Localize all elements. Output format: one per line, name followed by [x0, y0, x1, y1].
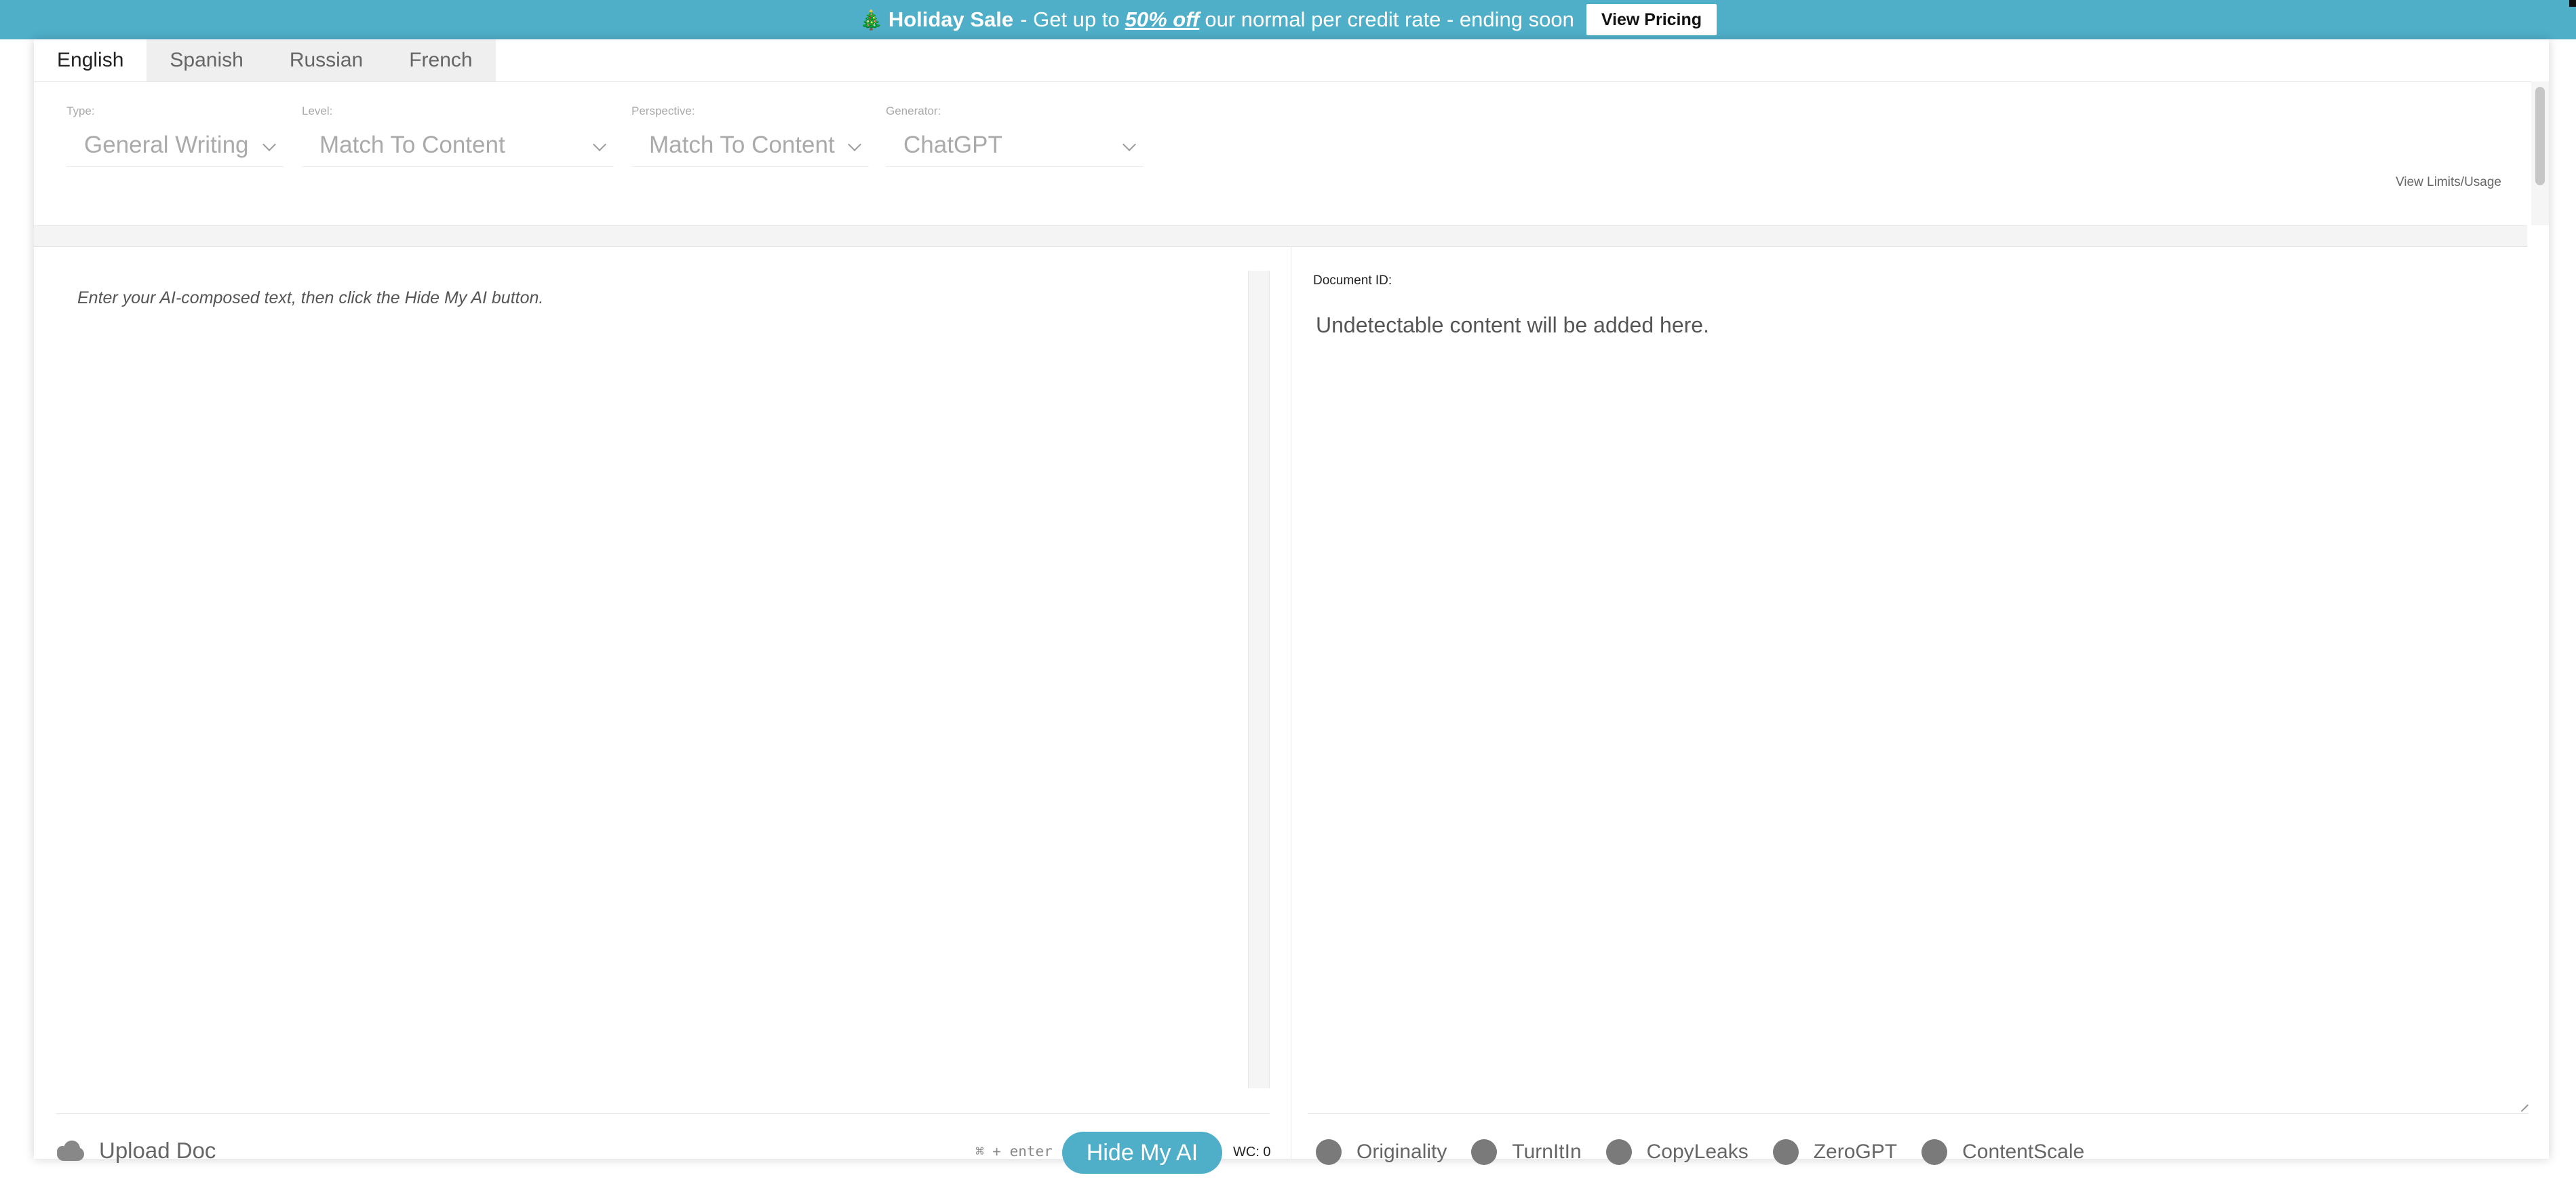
upload-doc-label: Upload Doc	[99, 1138, 216, 1163]
promo-banner: 🎄 Holiday Sale - Get up to 50% off our n…	[0, 0, 2576, 39]
upload-doc-button[interactable]: Upload Doc	[54, 1130, 216, 1171]
detector-label: Originality	[1357, 1141, 1447, 1163]
output-divider	[1308, 1113, 2529, 1114]
corner-close-icon[interactable]	[2569, 0, 2576, 7]
detector-originality[interactable]: Originality	[1316, 1139, 1447, 1165]
sale-text-after: our normal per credit rate - ending soon	[1205, 7, 1574, 31]
toggle-circle-icon[interactable]	[1316, 1139, 1342, 1165]
input-scrollbar[interactable]	[1248, 271, 1270, 1088]
view-pricing-button[interactable]: View Pricing	[1586, 4, 1717, 35]
detector-zerogpt[interactable]: ZeroGPT	[1772, 1139, 1898, 1165]
output-panel: Document ID: Undetectable content will b…	[1291, 246, 2549, 1165]
tab-english[interactable]: English	[34, 39, 147, 81]
level-value: Match To Content	[319, 131, 505, 158]
detector-turnitin[interactable]: TurnItIn	[1471, 1139, 1582, 1165]
chevron-down-icon	[262, 138, 276, 151]
tab-russian[interactable]: Russian	[266, 39, 387, 81]
hide-my-ai-button[interactable]: Hide My AI	[1062, 1132, 1222, 1174]
toggle-circle-icon[interactable]	[1605, 1139, 1632, 1165]
christmas-tree-icon: 🎄	[859, 9, 883, 31]
resize-handle-icon[interactable]	[2518, 1094, 2529, 1105]
chevron-down-icon	[1123, 138, 1136, 151]
sale-discount: 50% off	[1125, 7, 1200, 31]
output-textarea[interactable]: Undetectable content will be added here.	[1316, 313, 1709, 338]
chevron-down-icon	[593, 138, 606, 151]
generator-value: ChatGPT	[903, 131, 1002, 158]
input-divider	[56, 1113, 1270, 1114]
humanizer-card: English Spanish Russian French Type: Gen…	[34, 39, 2549, 1174]
detector-contentscale[interactable]: ContentScale	[1921, 1139, 2084, 1165]
perspective-label: Perspective:	[631, 104, 695, 117]
detector-label: ZeroGPT	[1813, 1141, 1898, 1163]
settings-bottom-bar	[34, 225, 2527, 247]
tab-divider	[34, 81, 2537, 82]
generator-label: Generator:	[886, 104, 941, 117]
document-id-label: Document ID:	[1313, 273, 1392, 288]
detector-copyleaks[interactable]: CopyLeaks	[1605, 1139, 1749, 1165]
perspective-value: Match To Content	[649, 131, 835, 158]
type-label: Type:	[66, 104, 95, 117]
language-tabs: English Spanish Russian French	[34, 39, 496, 81]
sale-title: Holiday Sale	[888, 7, 1014, 31]
detector-label: ContentScale	[1962, 1141, 2085, 1163]
shortcut-hint: ⌘ + enter	[975, 1143, 1053, 1160]
input-panel: Enter your AI-composed text, then click …	[34, 246, 1291, 1174]
level-select[interactable]: Match To Content	[302, 123, 614, 167]
view-limits-link[interactable]: View Limits/Usage	[2396, 175, 2501, 190]
detector-list: Originality TurnItIn CopyLeaks ZeroGPT C…	[1316, 1135, 2109, 1169]
sale-text-before: - Get up to	[1020, 7, 1120, 31]
tab-french[interactable]: French	[386, 39, 496, 81]
cloud-icon	[54, 1141, 87, 1161]
settings-scrollbar-thumb[interactable]	[2535, 87, 2545, 185]
input-textarea[interactable]: Enter your AI-composed text, then click …	[77, 288, 543, 308]
toggle-circle-icon[interactable]	[1921, 1139, 1948, 1165]
word-count: WC: 0	[1233, 1145, 1271, 1160]
detector-label: CopyLeaks	[1646, 1141, 1749, 1163]
tab-spanish[interactable]: Spanish	[147, 39, 267, 81]
toggle-circle-icon[interactable]	[1772, 1139, 1799, 1165]
level-label: Level:	[302, 104, 333, 117]
generator-select[interactable]: ChatGPT	[886, 123, 1144, 167]
detector-label: TurnItIn	[1512, 1141, 1582, 1163]
type-value: General Writing	[84, 131, 249, 158]
toggle-circle-icon[interactable]	[1471, 1139, 1498, 1165]
type-select[interactable]: General Writing	[66, 123, 284, 167]
perspective-select[interactable]: Match To Content	[631, 123, 869, 167]
chevron-down-icon	[848, 138, 861, 151]
